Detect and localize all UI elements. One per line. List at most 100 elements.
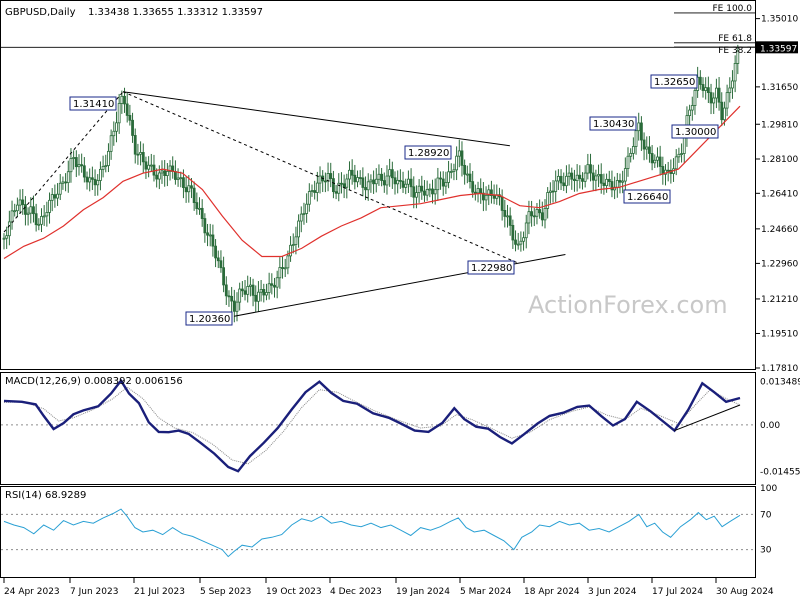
candle-body xyxy=(216,257,220,262)
candle-body xyxy=(642,139,646,150)
candle-body xyxy=(674,156,678,170)
candle-body xyxy=(342,183,346,188)
candle-body xyxy=(227,295,231,298)
candle-body xyxy=(104,165,108,167)
candle-body xyxy=(393,177,397,185)
candle-body xyxy=(524,222,528,239)
candle-body xyxy=(192,187,196,204)
candle-body xyxy=(182,177,185,188)
rsi-tick-label: 30 xyxy=(760,546,772,556)
candle-body xyxy=(340,182,343,185)
candle-body xyxy=(107,150,110,166)
candle-body xyxy=(468,173,472,182)
candle-body xyxy=(187,185,191,193)
x-tick-label: 30 Aug 2024 xyxy=(716,587,774,597)
candle-body xyxy=(728,87,732,94)
candle-body xyxy=(275,277,279,288)
candle-body xyxy=(680,153,683,155)
candle-body xyxy=(163,170,167,177)
candle-body xyxy=(29,206,33,214)
candle-body xyxy=(214,245,217,259)
candle-body xyxy=(465,173,469,176)
x-tick-label: 17 Jul 2024 xyxy=(652,587,703,597)
candle-body xyxy=(420,185,424,192)
candle-body xyxy=(64,181,67,184)
candles xyxy=(2,44,740,323)
annotations: 1.31410 1.20360 1.28920 1.22980 1.30430 1.266… xyxy=(69,74,719,326)
candle-body xyxy=(532,215,536,218)
x-tick-label: 18 Apr 2024 xyxy=(524,587,580,597)
candle-body xyxy=(661,166,665,175)
macd-main-line xyxy=(3,378,741,473)
candle-body xyxy=(66,171,70,184)
candle-body xyxy=(648,146,651,154)
candle-body xyxy=(599,174,603,184)
candle-body xyxy=(350,169,354,176)
candle-body xyxy=(61,181,65,184)
candle-body xyxy=(53,194,57,199)
candle-body xyxy=(658,156,662,167)
candle-body xyxy=(243,290,247,295)
candle-body xyxy=(364,187,367,191)
rsi-panel-frame xyxy=(0,486,756,578)
candle-body xyxy=(457,150,461,157)
fib-level-label: FE 61.8 xyxy=(718,34,752,44)
candle-body xyxy=(476,188,480,194)
candle-body xyxy=(115,122,118,132)
price-tick-label: 1.29810 xyxy=(761,120,798,130)
watermark: ActionForex.com xyxy=(528,291,728,319)
macd-tick-label: -0.014554 xyxy=(760,467,800,477)
candle-body xyxy=(401,180,405,188)
candle-body xyxy=(198,207,201,210)
price-tick-label: 1.24660 xyxy=(761,225,798,235)
candle-body xyxy=(573,178,576,182)
candle-body xyxy=(246,286,250,295)
candle-body xyxy=(412,186,416,198)
candle-body xyxy=(417,185,421,194)
candle-body xyxy=(69,158,73,173)
candle-body xyxy=(712,97,716,104)
candle-body xyxy=(637,122,641,132)
candle-body xyxy=(723,107,726,121)
candle-body xyxy=(40,216,43,225)
candle-body xyxy=(415,192,418,198)
candle-body xyxy=(425,189,429,196)
rsi-tick-label: 100 xyxy=(760,484,777,494)
candle-body xyxy=(147,164,151,170)
symbol-label: GBPUSD,Daily xyxy=(5,7,76,18)
candle-body xyxy=(15,204,19,212)
candle-body xyxy=(88,177,92,183)
candle-body xyxy=(329,173,333,179)
candle-body xyxy=(37,223,41,226)
candle-body xyxy=(203,218,207,234)
candle-body xyxy=(514,239,517,245)
candle-body xyxy=(449,171,453,173)
candle-body xyxy=(621,180,625,183)
candle-body xyxy=(380,173,384,181)
candle-body xyxy=(575,174,579,182)
candle-body xyxy=(307,191,311,205)
candle-body xyxy=(356,177,359,183)
candle-body xyxy=(656,156,659,161)
candle-body xyxy=(396,179,400,185)
rsi-panel: 100 70 30 xyxy=(1,484,777,558)
candle-body xyxy=(230,295,234,302)
candle-body xyxy=(597,174,600,177)
candle-body xyxy=(650,153,654,164)
candle-body xyxy=(706,87,710,93)
candle-body xyxy=(618,180,622,183)
candle-body xyxy=(42,215,46,218)
candle-body xyxy=(80,164,84,167)
price-annotation-label: 1.20360 xyxy=(189,314,230,325)
trendline xyxy=(122,91,510,147)
candle-body xyxy=(479,188,483,194)
candle-body xyxy=(286,255,290,269)
candle-body xyxy=(278,267,282,279)
candle-body xyxy=(200,207,204,219)
candle-body xyxy=(500,196,504,211)
candle-body xyxy=(13,210,17,213)
candle-body xyxy=(701,84,705,91)
candle-body xyxy=(310,190,314,192)
candle-body xyxy=(315,182,319,193)
candle-body xyxy=(99,168,102,181)
